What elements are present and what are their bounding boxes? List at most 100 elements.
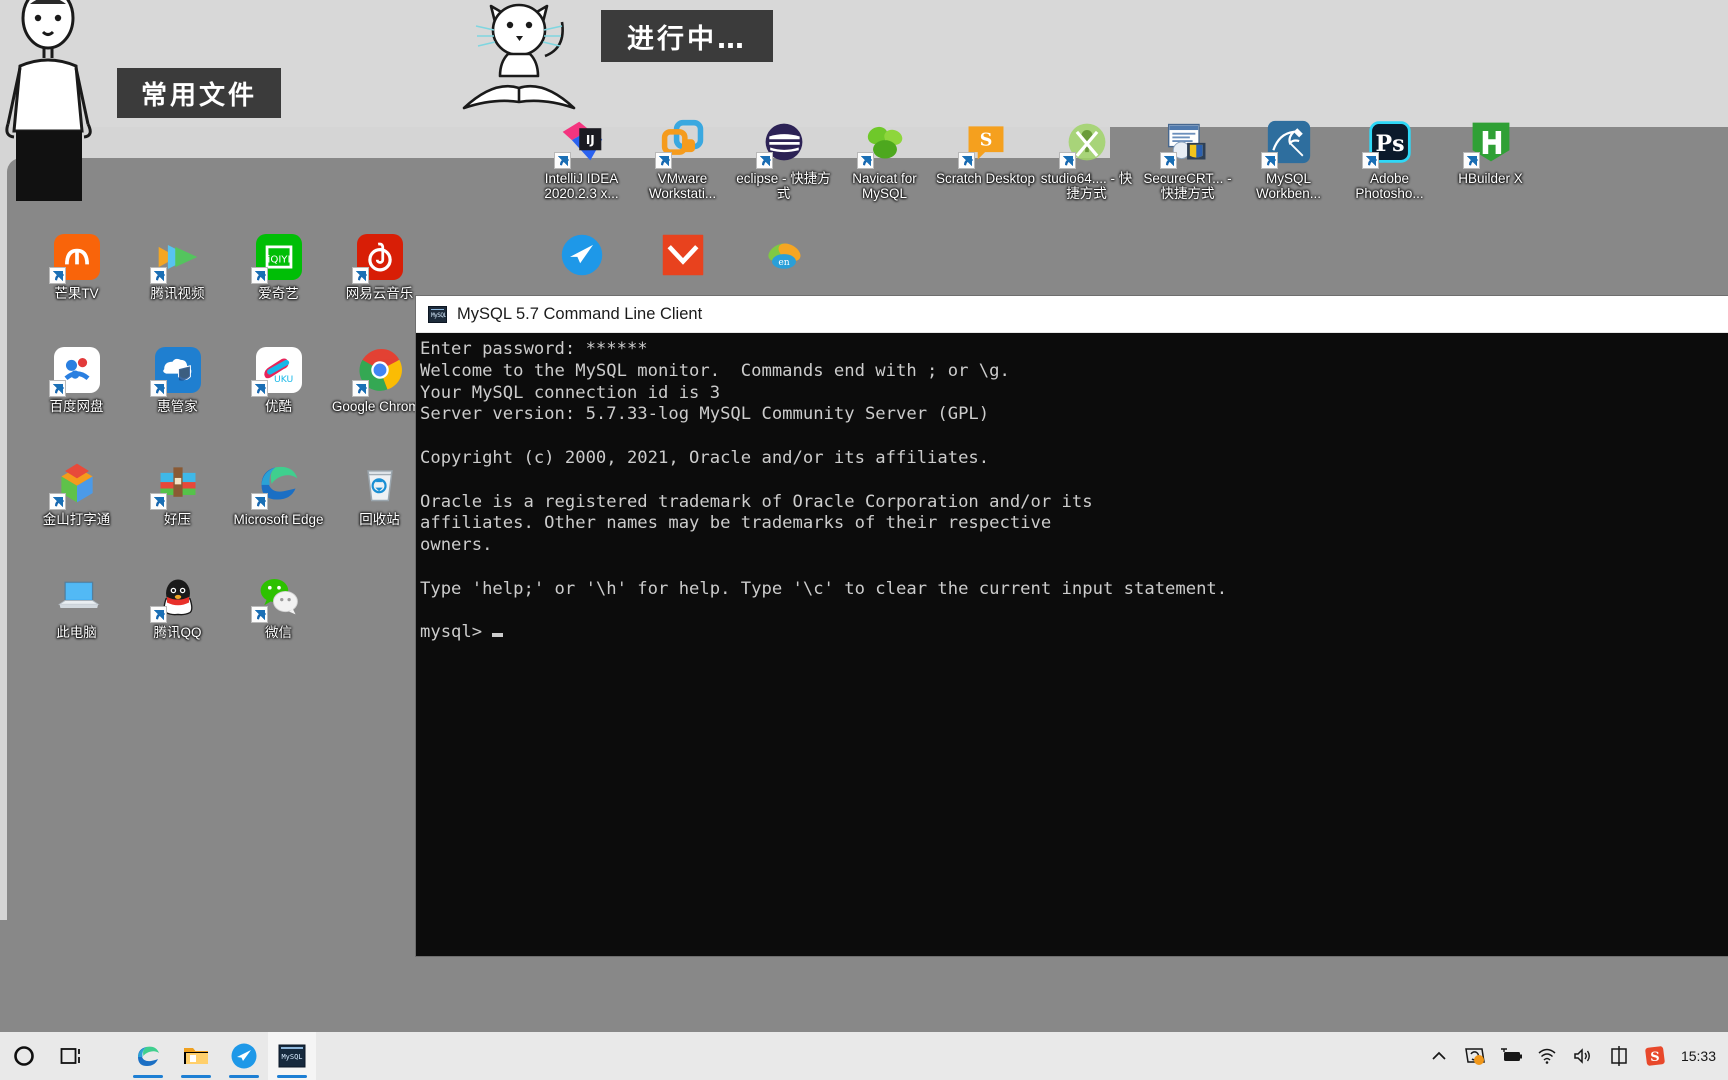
desktop-icon-netease-cloud-music[interactable]: 网易云音乐 — [328, 232, 431, 301]
chevron-up-icon — [1432, 1051, 1446, 1060]
console-line: Oracle is a registered trademark of Orac… — [420, 491, 1093, 512]
shortcut-arrow-icon — [149, 380, 167, 397]
network-status[interactable] — [1529, 1032, 1565, 1080]
running-indicator — [277, 1075, 307, 1078]
console-line: Server version: 5.7.33-log MySQL Communi… — [420, 404, 990, 425]
desktop-icon-label: 好压 — [164, 512, 191, 527]
shortcut-arrow-icon — [250, 493, 268, 510]
desktop-icon-youku[interactable]: UKU 优酷 — [227, 345, 330, 414]
console-output[interactable]: Enter password: ****** Welcome to the MyS… — [416, 333, 1728, 956]
ime-mode[interactable] — [1601, 1032, 1637, 1080]
mangotv-icon — [48, 232, 102, 284]
shortcut-arrow-icon — [48, 493, 66, 510]
desktop-icon-label: 爱奇艺 — [258, 286, 299, 301]
baidu-netdisk-icon — [48, 345, 102, 397]
desktop-icon-label: 金山打字通 — [42, 512, 111, 527]
clock[interactable]: 15:33 — [1673, 1048, 1724, 1064]
shortcut-arrow-icon — [149, 493, 167, 510]
tencent-video-icon — [149, 232, 203, 284]
window-title: MySQL 5.7 Command Line Client — [457, 304, 703, 323]
volume-control[interactable] — [1565, 1032, 1601, 1080]
windows-start-circle-icon — [14, 1046, 34, 1066]
desktop-icon-label: Microsoft Edge — [233, 512, 324, 527]
desktop-icon-baidu-netdisk[interactable]: 百度网盘 — [25, 345, 128, 414]
running-indicator — [229, 1075, 259, 1078]
console-line: affiliates. Other names may be trademark… — [420, 513, 1052, 534]
task-view-button[interactable] — [48, 1032, 96, 1080]
desktop-icon-tencent-qq[interactable]: 腾讯QQ — [126, 571, 229, 640]
console-line: Type 'help;' or '\h' for help. Type '\c'… — [420, 578, 1228, 599]
desktop-icon-microsoft-edge[interactable]: Microsoft Edge — [227, 458, 330, 527]
desktop-icon-wechat[interactable]: 微信 — [227, 571, 330, 640]
desktop-icon-label: 芒果TV — [54, 286, 99, 301]
desktop-icon-iqiyi[interactable]: iQIYI 爱奇艺 — [227, 232, 330, 301]
tencent-qq-icon — [149, 571, 203, 623]
desktop-icon-label: 微信 — [265, 625, 292, 640]
battery-icon — [1500, 1048, 1522, 1061]
shortcut-arrow-icon — [250, 267, 268, 284]
console-line: mysql> — [418, 622, 1728, 644]
running-indicator — [181, 1075, 211, 1078]
netease-cloud-music-icon — [351, 232, 405, 284]
desktop-icon-mangotv[interactable]: 芒果TV — [25, 232, 128, 301]
system-tray[interactable]: S 15:33 — [1421, 1032, 1728, 1080]
desktop-icon-label: 惠管家 — [157, 399, 198, 414]
google-chrome-icon — [351, 345, 405, 397]
speaker-icon — [1574, 1048, 1590, 1064]
windows-taskbar[interactable]: MySQL S 15:33 — [0, 1032, 1728, 1080]
desktop-icon-tencent-video[interactable]: 腾讯视频 — [126, 232, 229, 301]
window-titlebar[interactable]: MySQL MySQL 5.7 Command Line Client — [416, 296, 1728, 333]
kingsoft-typing-icon — [48, 458, 102, 510]
console-line: Enter password: ****** — [420, 339, 648, 359]
taskbar-mysql-console[interactable]: MySQL — [268, 1032, 316, 1080]
show-hidden-icons[interactable] — [1421, 1032, 1457, 1080]
desktop-icon-haozip[interactable]: 好压 — [126, 458, 229, 527]
youku-icon: UKU — [250, 345, 304, 397]
taskbar-edge[interactable] — [124, 1032, 172, 1080]
console-line: Copyright (c) 2000, 2021, Oracle and/or … — [420, 447, 990, 468]
desktop-icon-label: 腾讯QQ — [153, 625, 202, 640]
huiguanjia-icon — [149, 345, 203, 397]
microsoft-edge-icon — [250, 458, 304, 510]
ime-chinese-icon — [1611, 1046, 1627, 1066]
taskbar-file-explorer[interactable] — [172, 1032, 220, 1080]
desktop-icon-this-pc[interactable]: 此电脑 — [25, 571, 128, 640]
desktop-icon-kingsoft-typing[interactable]: 金山打字通 — [25, 458, 128, 527]
shortcut-arrow-icon — [48, 380, 66, 397]
svg-text:UKU: UKU — [273, 374, 292, 385]
shortcut-arrow-icon — [250, 606, 268, 623]
sogou-input-method[interactable]: S — [1637, 1032, 1673, 1080]
taskbar-foxmail[interactable] — [220, 1032, 268, 1080]
svg-text:iQIYI: iQIYI — [267, 255, 290, 266]
mysql-console-icon: MySQL — [278, 1044, 306, 1068]
console-line: owners. — [420, 535, 493, 556]
shortcut-arrow-icon — [149, 606, 167, 623]
desktop-icon-label: 百度网盘 — [49, 399, 104, 414]
task-view-icon — [60, 1048, 80, 1064]
foxmail-icon — [231, 1043, 257, 1069]
onedrive-sync-status[interactable] — [1457, 1032, 1493, 1080]
shortcut-arrow-icon — [48, 267, 66, 284]
shortcut-arrow-icon — [250, 380, 268, 397]
desktop-icon-label: 此电脑 — [56, 625, 97, 640]
console-cursor — [492, 633, 504, 638]
shortcut-arrow-icon — [149, 267, 167, 284]
start-button[interactable] — [0, 1032, 48, 1080]
battery-status[interactable] — [1493, 1032, 1529, 1080]
iqiyi-icon: iQIYI — [250, 232, 304, 284]
mysql-console-icon: MySQL — [428, 305, 447, 323]
running-indicator — [133, 1075, 163, 1078]
recycle-bin-icon — [355, 458, 405, 508]
shortcut-arrow-icon — [351, 380, 369, 397]
console-line: Your MySQL connection id is 3 — [420, 382, 721, 403]
desktop-icon-huiguanjia[interactable]: 惠管家 — [126, 345, 229, 414]
haozip-icon — [149, 458, 203, 510]
mysql-command-line-client-window[interactable]: MySQL MySQL 5.7 Command Line Client Ente… — [416, 296, 1728, 956]
desktop-icon-label: 优酷 — [265, 399, 292, 414]
wechat-icon — [250, 571, 304, 623]
svg-text:MySQL: MySQL — [281, 1053, 302, 1061]
